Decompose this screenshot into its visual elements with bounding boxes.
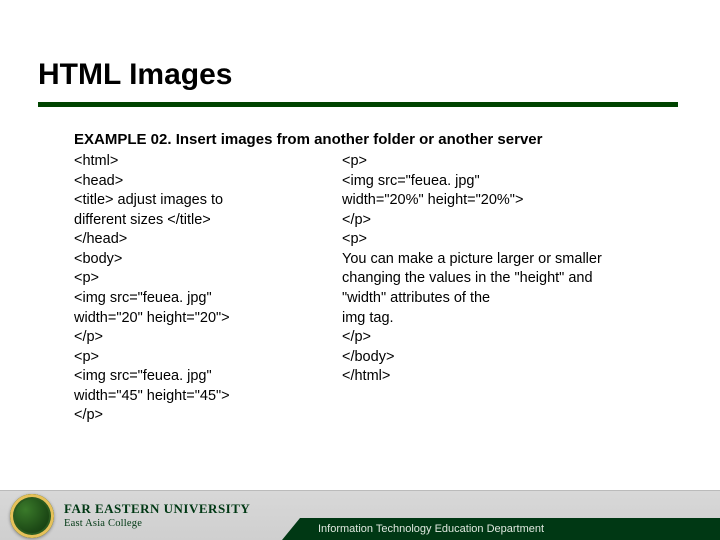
slide-content: EXAMPLE 02. Insert images from another f… xyxy=(0,107,720,426)
university-block: FAR EASTERN UNIVERSITY East Asia College xyxy=(64,502,250,529)
university-name: FAR EASTERN UNIVERSITY xyxy=(64,502,250,516)
university-seal-icon xyxy=(10,494,54,538)
code-column-left: <html> <head> <title> adjust images to d… xyxy=(74,152,334,426)
footer-bar: FAR EASTERN UNIVERSITY East Asia College… xyxy=(0,490,720,540)
college-name: East Asia College xyxy=(64,518,250,529)
code-columns: <html> <head> <title> adjust images to d… xyxy=(74,152,662,426)
department-label: Information Technology Education Departm… xyxy=(318,523,544,535)
code-column-right: <p> <img src="feuea. jpg" width="20%" he… xyxy=(342,152,662,426)
example-heading: EXAMPLE 02. Insert images from another f… xyxy=(74,131,662,148)
department-ribbon: Information Technology Education Departm… xyxy=(300,518,720,540)
slide-title: HTML Images xyxy=(38,58,682,98)
